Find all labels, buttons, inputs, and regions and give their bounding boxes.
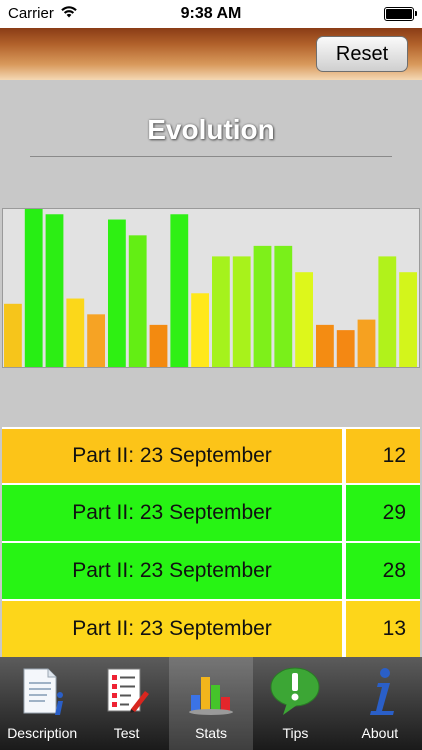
score-table[interactable]: Part II: 23 September 12 Part II: 23 Septe… — [2, 427, 420, 657]
status-bar: Carrier 9:38 AM — [0, 0, 422, 28]
table-row[interactable]: Part II: 23 September 28 — [2, 543, 420, 601]
chart-bar — [378, 256, 397, 367]
chart-bar — [66, 298, 85, 367]
table-row[interactable]: Part II: 23 September 12 — [2, 427, 420, 485]
evolution-chart — [2, 208, 420, 368]
bar-chart-icon — [185, 665, 237, 717]
checklist-icon — [101, 665, 153, 717]
chart-bar — [149, 324, 168, 367]
tab-label: About — [361, 725, 399, 741]
tab-stats[interactable]: Stats — [168, 657, 254, 750]
chart-bar — [399, 272, 417, 367]
tab-bar: Description Test Stats Tips About — [0, 657, 422, 750]
chart-bar — [108, 219, 126, 367]
row-date: Part II: 23 September — [2, 429, 346, 483]
chart-bar — [24, 209, 43, 367]
tab-tips[interactable]: Tips — [253, 657, 337, 750]
chart-bar — [128, 235, 147, 367]
tab-description[interactable]: Description — [0, 657, 84, 750]
table-row[interactable]: Part II: 23 September 29 — [2, 485, 420, 543]
stats-content[interactable]: Evolution Part II: 23 September 12 Part II… — [0, 80, 422, 657]
document-info-icon — [16, 665, 68, 717]
chart-bar — [336, 330, 355, 367]
chart-bar — [87, 314, 105, 367]
battery-fill — [386, 9, 412, 19]
chart-bar — [295, 272, 313, 367]
table-row[interactable]: Part II: 23 September 13 — [2, 601, 420, 657]
info-icon — [354, 665, 406, 717]
row-score: 28 — [382, 559, 406, 582]
row-date: Part II: 23 September — [2, 485, 346, 541]
chart-bar — [212, 256, 230, 367]
reset-button[interactable]: Reset — [316, 36, 408, 72]
battery-icon — [384, 7, 417, 21]
tab-label: Test — [113, 725, 140, 741]
tab-label: Stats — [195, 725, 227, 741]
row-score: 29 — [382, 501, 406, 524]
status-time: 9:38 AM — [180, 5, 242, 22]
chart-bar — [316, 324, 334, 367]
speech-bubble-exclamation-icon — [269, 665, 321, 717]
page-title: Evolution — [147, 114, 275, 145]
chart-bar — [170, 214, 189, 367]
chart-bar — [253, 245, 272, 367]
chart-bar — [4, 303, 22, 367]
row-score: 12 — [382, 444, 406, 467]
tab-label: Tips — [282, 725, 309, 741]
tab-label: Description — [7, 725, 78, 741]
nav-bar: Reset — [0, 28, 422, 80]
chart-bar — [274, 245, 293, 367]
chart-svg — [4, 209, 417, 367]
row-date: Part II: 23 September — [2, 601, 346, 657]
chart-bar — [357, 319, 376, 367]
chart-bar — [45, 214, 64, 367]
row-score: 13 — [382, 617, 406, 640]
chart-bar — [232, 256, 251, 367]
chart-bar — [191, 293, 209, 367]
title-divider — [30, 156, 392, 157]
tab-test[interactable]: Test — [84, 657, 168, 750]
row-date: Part II: 23 September — [2, 543, 346, 599]
tab-about[interactable]: About — [338, 657, 422, 750]
